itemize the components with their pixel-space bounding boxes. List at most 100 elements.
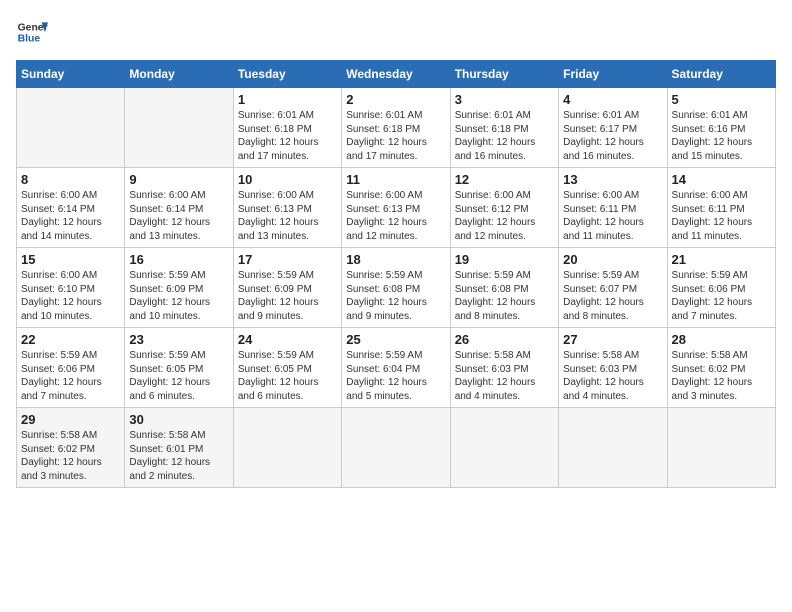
- calendar-cell: [17, 88, 125, 168]
- day-number: 18: [346, 252, 445, 267]
- day-number: 5: [672, 92, 771, 107]
- calendar-cell: 12 Sunrise: 6:00 AM Sunset: 6:12 PM Dayl…: [450, 168, 558, 248]
- day-number: 29: [21, 412, 120, 427]
- day-number: 15: [21, 252, 120, 267]
- day-number: 26: [455, 332, 554, 347]
- day-info: Sunrise: 6:00 AM Sunset: 6:11 PM Dayligh…: [563, 189, 662, 243]
- calendar-cell: [342, 408, 450, 488]
- day-number: 13: [563, 172, 662, 187]
- calendar-cell: 29 Sunrise: 5:58 AM Sunset: 6:02 PM Dayl…: [17, 408, 125, 488]
- calendar-cell: 21 Sunrise: 5:59 AM Sunset: 6:06 PM Dayl…: [667, 248, 775, 328]
- day-info: Sunrise: 6:00 AM Sunset: 6:10 PM Dayligh…: [21, 269, 120, 323]
- calendar-cell: 26 Sunrise: 5:58 AM Sunset: 6:03 PM Dayl…: [450, 328, 558, 408]
- day-info: Sunrise: 5:59 AM Sunset: 6:06 PM Dayligh…: [672, 269, 771, 323]
- day-number: 17: [238, 252, 337, 267]
- day-info: Sunrise: 6:01 AM Sunset: 6:18 PM Dayligh…: [346, 109, 445, 163]
- day-number: 9: [129, 172, 228, 187]
- calendar-cell: 13 Sunrise: 6:00 AM Sunset: 6:11 PM Dayl…: [559, 168, 667, 248]
- day-number: 4: [563, 92, 662, 107]
- day-info: Sunrise: 5:58 AM Sunset: 6:02 PM Dayligh…: [21, 429, 120, 483]
- calendar-cell: [450, 408, 558, 488]
- day-info: Sunrise: 5:59 AM Sunset: 6:05 PM Dayligh…: [238, 349, 337, 403]
- calendar-cell: 10 Sunrise: 6:00 AM Sunset: 6:13 PM Dayl…: [233, 168, 341, 248]
- calendar-cell: [559, 408, 667, 488]
- calendar-cell: 15 Sunrise: 6:00 AM Sunset: 6:10 PM Dayl…: [17, 248, 125, 328]
- week-row-2: 8 Sunrise: 6:00 AM Sunset: 6:14 PM Dayli…: [17, 168, 776, 248]
- calendar-cell: 1 Sunrise: 6:01 AM Sunset: 6:18 PM Dayli…: [233, 88, 341, 168]
- day-number: 23: [129, 332, 228, 347]
- day-number: 14: [672, 172, 771, 187]
- day-number: 2: [346, 92, 445, 107]
- day-info: Sunrise: 5:58 AM Sunset: 6:03 PM Dayligh…: [563, 349, 662, 403]
- week-row-3: 15 Sunrise: 6:00 AM Sunset: 6:10 PM Dayl…: [17, 248, 776, 328]
- weekday-header-friday: Friday: [559, 61, 667, 88]
- day-number: 22: [21, 332, 120, 347]
- day-number: 10: [238, 172, 337, 187]
- calendar-cell: 28 Sunrise: 5:58 AM Sunset: 6:02 PM Dayl…: [667, 328, 775, 408]
- calendar-cell: 27 Sunrise: 5:58 AM Sunset: 6:03 PM Dayl…: [559, 328, 667, 408]
- weekday-header-thursday: Thursday: [450, 61, 558, 88]
- calendar-cell: 11 Sunrise: 6:00 AM Sunset: 6:13 PM Dayl…: [342, 168, 450, 248]
- calendar-cell: [233, 408, 341, 488]
- day-info: Sunrise: 5:58 AM Sunset: 6:02 PM Dayligh…: [672, 349, 771, 403]
- day-info: Sunrise: 6:00 AM Sunset: 6:12 PM Dayligh…: [455, 189, 554, 243]
- week-row-4: 22 Sunrise: 5:59 AM Sunset: 6:06 PM Dayl…: [17, 328, 776, 408]
- page-header: General Blue: [16, 16, 776, 48]
- calendar-cell: 25 Sunrise: 5:59 AM Sunset: 6:04 PM Dayl…: [342, 328, 450, 408]
- svg-text:Blue: Blue: [18, 34, 41, 45]
- day-info: Sunrise: 6:00 AM Sunset: 6:13 PM Dayligh…: [238, 189, 337, 243]
- day-info: Sunrise: 6:01 AM Sunset: 6:18 PM Dayligh…: [455, 109, 554, 163]
- day-info: Sunrise: 5:59 AM Sunset: 6:09 PM Dayligh…: [129, 269, 228, 323]
- day-number: 11: [346, 172, 445, 187]
- calendar-cell: 8 Sunrise: 6:00 AM Sunset: 6:14 PM Dayli…: [17, 168, 125, 248]
- logo-icon: General Blue: [16, 16, 48, 48]
- day-number: 3: [455, 92, 554, 107]
- calendar-cell: 5 Sunrise: 6:01 AM Sunset: 6:16 PM Dayli…: [667, 88, 775, 168]
- calendar-cell: 9 Sunrise: 6:00 AM Sunset: 6:14 PM Dayli…: [125, 168, 233, 248]
- day-info: Sunrise: 5:59 AM Sunset: 6:04 PM Dayligh…: [346, 349, 445, 403]
- day-number: 16: [129, 252, 228, 267]
- day-number: 24: [238, 332, 337, 347]
- day-info: Sunrise: 5:59 AM Sunset: 6:08 PM Dayligh…: [346, 269, 445, 323]
- calendar-cell: 3 Sunrise: 6:01 AM Sunset: 6:18 PM Dayli…: [450, 88, 558, 168]
- calendar-cell: 18 Sunrise: 5:59 AM Sunset: 6:08 PM Dayl…: [342, 248, 450, 328]
- weekday-header-tuesday: Tuesday: [233, 61, 341, 88]
- day-number: 1: [238, 92, 337, 107]
- day-number: 20: [563, 252, 662, 267]
- day-info: Sunrise: 5:58 AM Sunset: 6:03 PM Dayligh…: [455, 349, 554, 403]
- calendar-cell: 19 Sunrise: 5:59 AM Sunset: 6:08 PM Dayl…: [450, 248, 558, 328]
- day-info: Sunrise: 5:59 AM Sunset: 6:05 PM Dayligh…: [129, 349, 228, 403]
- day-info: Sunrise: 5:59 AM Sunset: 6:07 PM Dayligh…: [563, 269, 662, 323]
- calendar-cell: 2 Sunrise: 6:01 AM Sunset: 6:18 PM Dayli…: [342, 88, 450, 168]
- week-row-1: 1 Sunrise: 6:01 AM Sunset: 6:18 PM Dayli…: [17, 88, 776, 168]
- calendar-cell: 23 Sunrise: 5:59 AM Sunset: 6:05 PM Dayl…: [125, 328, 233, 408]
- day-number: 25: [346, 332, 445, 347]
- day-info: Sunrise: 5:59 AM Sunset: 6:06 PM Dayligh…: [21, 349, 120, 403]
- calendar-cell: 30 Sunrise: 5:58 AM Sunset: 6:01 PM Dayl…: [125, 408, 233, 488]
- day-info: Sunrise: 6:01 AM Sunset: 6:18 PM Dayligh…: [238, 109, 337, 163]
- day-info: Sunrise: 5:59 AM Sunset: 6:08 PM Dayligh…: [455, 269, 554, 323]
- day-info: Sunrise: 6:01 AM Sunset: 6:17 PM Dayligh…: [563, 109, 662, 163]
- day-info: Sunrise: 6:00 AM Sunset: 6:11 PM Dayligh…: [672, 189, 771, 243]
- calendar-cell: 16 Sunrise: 5:59 AM Sunset: 6:09 PM Dayl…: [125, 248, 233, 328]
- day-info: Sunrise: 5:58 AM Sunset: 6:01 PM Dayligh…: [129, 429, 228, 483]
- day-number: 28: [672, 332, 771, 347]
- weekday-header-monday: Monday: [125, 61, 233, 88]
- logo: General Blue: [16, 16, 48, 48]
- calendar-cell: 14 Sunrise: 6:00 AM Sunset: 6:11 PM Dayl…: [667, 168, 775, 248]
- day-info: Sunrise: 6:00 AM Sunset: 6:14 PM Dayligh…: [129, 189, 228, 243]
- day-info: Sunrise: 6:00 AM Sunset: 6:13 PM Dayligh…: [346, 189, 445, 243]
- calendar-cell: [667, 408, 775, 488]
- weekday-header-wednesday: Wednesday: [342, 61, 450, 88]
- weekday-header-sunday: Sunday: [17, 61, 125, 88]
- calendar-cell: 17 Sunrise: 5:59 AM Sunset: 6:09 PM Dayl…: [233, 248, 341, 328]
- day-number: 21: [672, 252, 771, 267]
- day-number: 30: [129, 412, 228, 427]
- calendar-cell: 20 Sunrise: 5:59 AM Sunset: 6:07 PM Dayl…: [559, 248, 667, 328]
- calendar-table: SundayMondayTuesdayWednesdayThursdayFrid…: [16, 60, 776, 488]
- calendar-cell: 4 Sunrise: 6:01 AM Sunset: 6:17 PM Dayli…: [559, 88, 667, 168]
- day-number: 8: [21, 172, 120, 187]
- weekday-header-saturday: Saturday: [667, 61, 775, 88]
- week-row-5: 29 Sunrise: 5:58 AM Sunset: 6:02 PM Dayl…: [17, 408, 776, 488]
- day-number: 19: [455, 252, 554, 267]
